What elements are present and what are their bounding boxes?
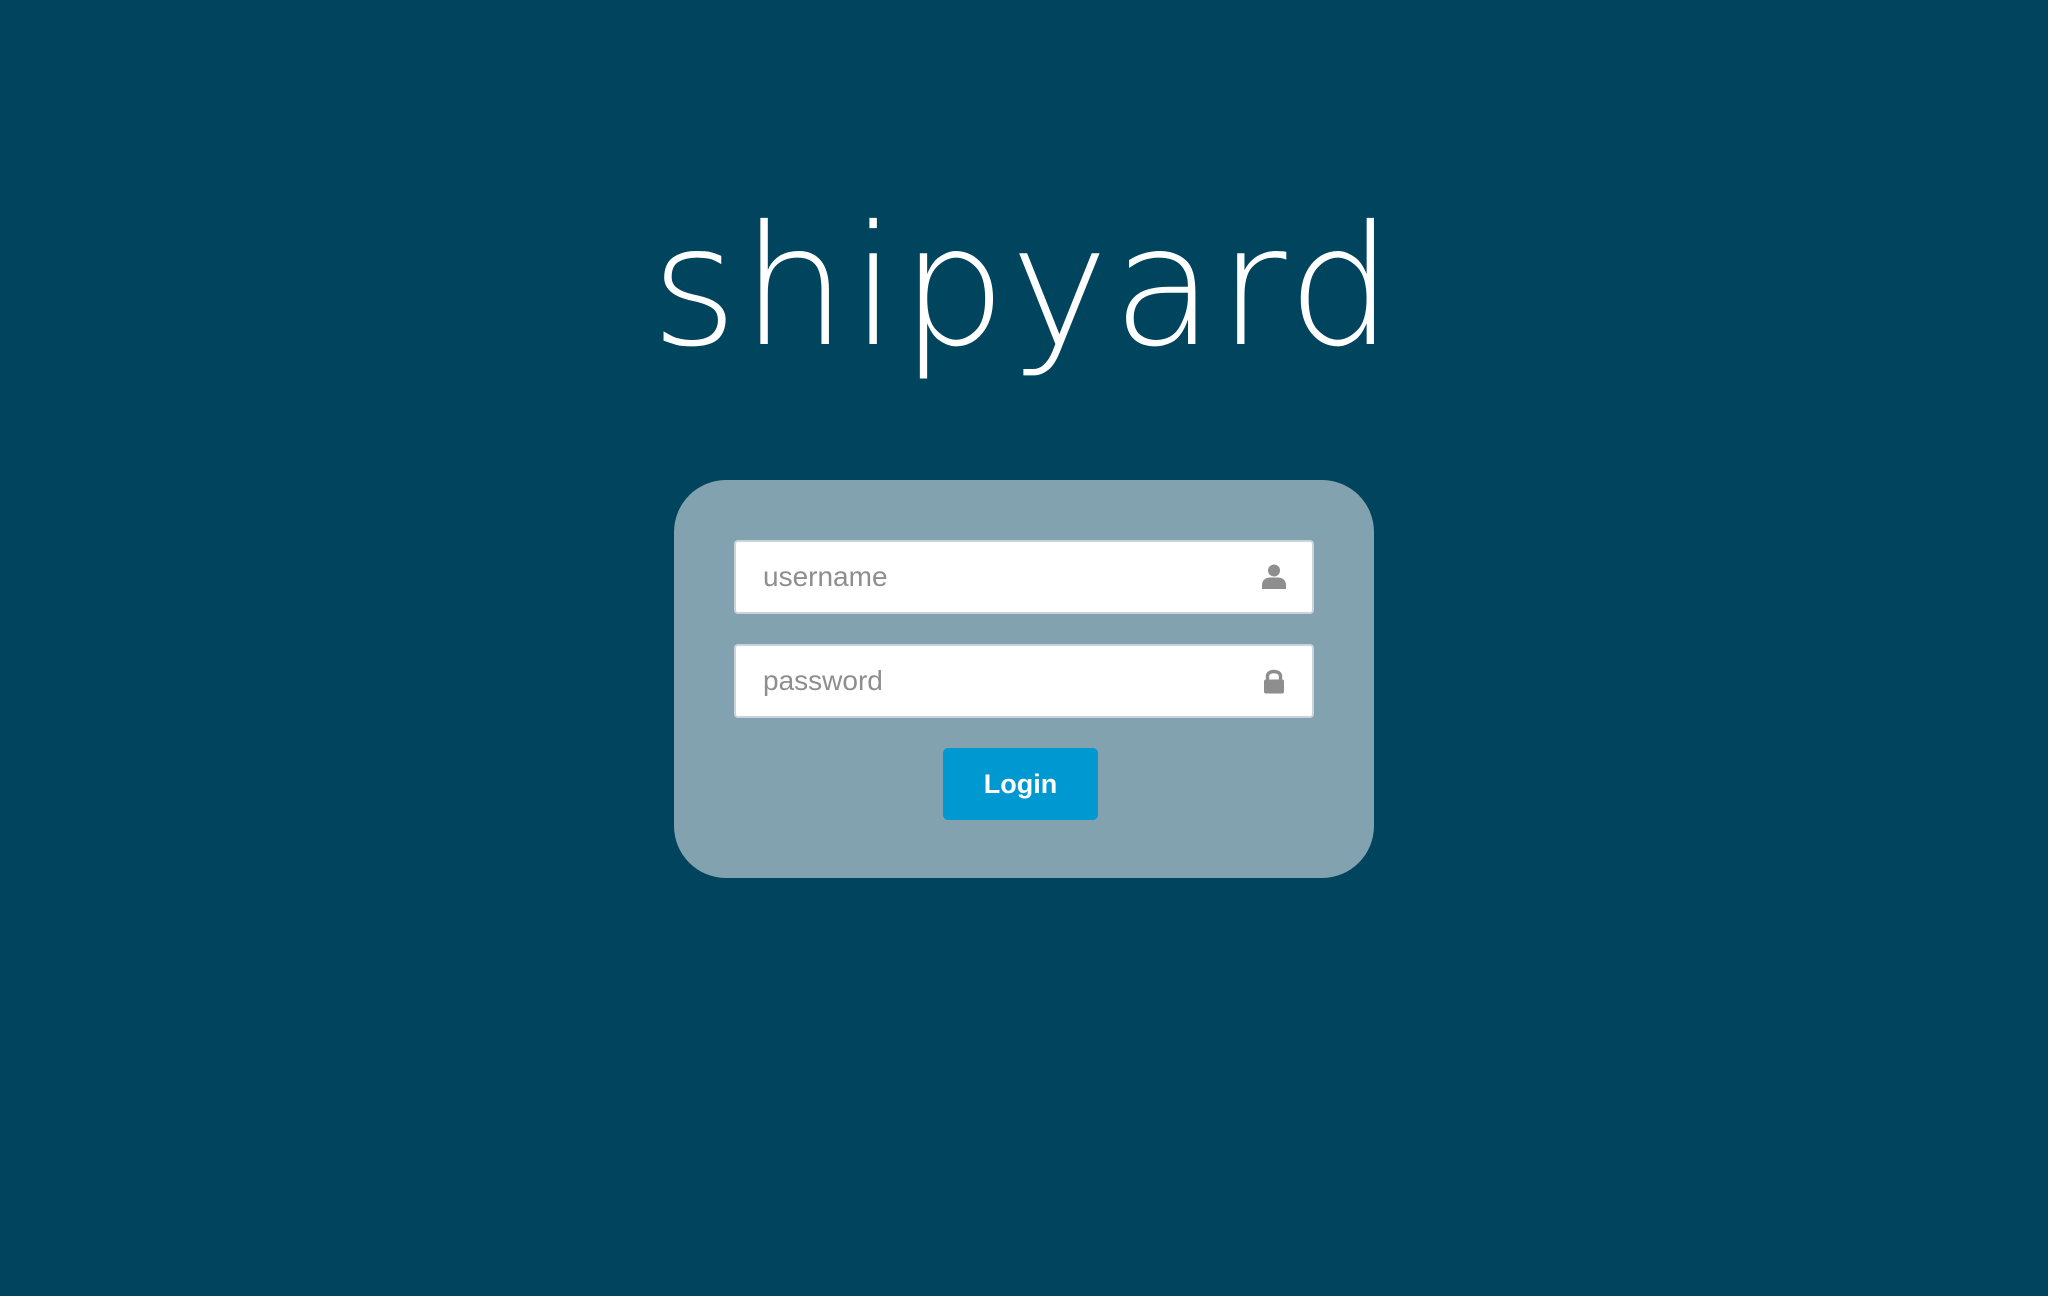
login-page: shipyard Login bbox=[0, 0, 2048, 1296]
lock-icon-body bbox=[1264, 679, 1284, 694]
app-logo: shipyard bbox=[651, 191, 1397, 384]
user-icon-head bbox=[1268, 564, 1280, 577]
password-field-container bbox=[734, 644, 1314, 718]
lock-icon bbox=[1262, 668, 1286, 694]
login-card: Login bbox=[674, 480, 1374, 878]
username-input[interactable] bbox=[736, 542, 1256, 612]
user-icon-body bbox=[1262, 577, 1286, 589]
password-input[interactable] bbox=[736, 646, 1256, 716]
login-button[interactable]: Login bbox=[943, 748, 1098, 820]
user-icon bbox=[1262, 564, 1286, 590]
lock-icon-shackle bbox=[1265, 669, 1283, 680]
username-field-container bbox=[734, 540, 1314, 614]
